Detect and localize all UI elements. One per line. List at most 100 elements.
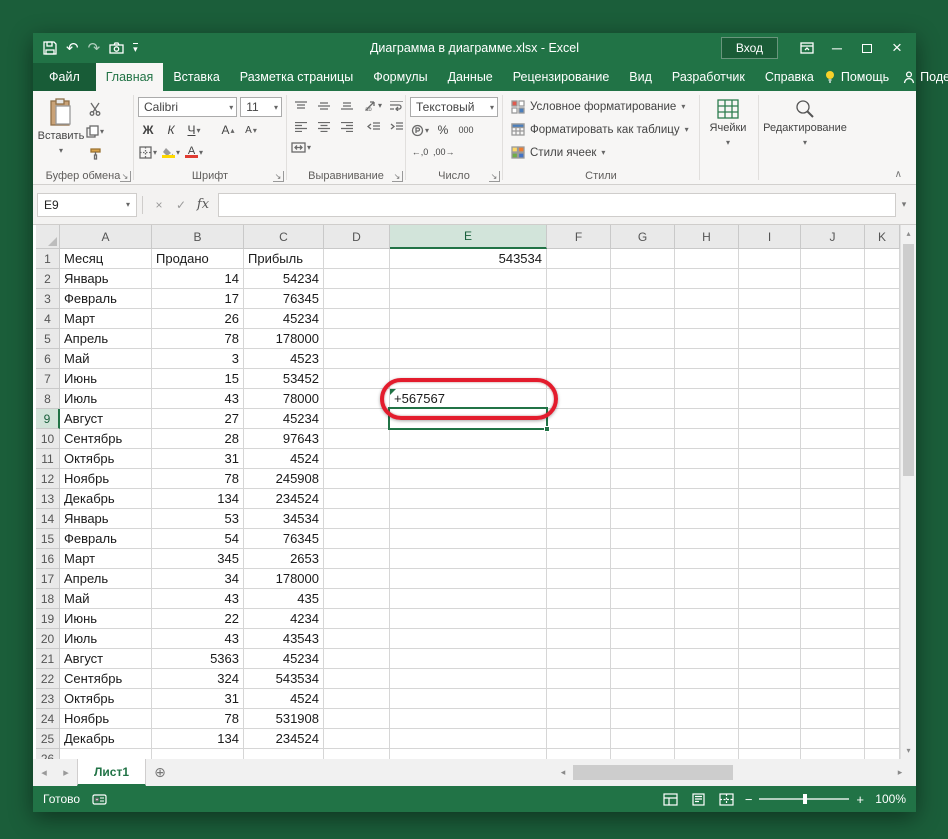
cell-K2[interactable]: [865, 269, 900, 289]
row-header-26[interactable]: 26: [36, 749, 60, 759]
cell-H20[interactable]: [675, 629, 739, 649]
cell-E8[interactable]: +567567: [390, 389, 547, 409]
row-header-6[interactable]: 6: [36, 349, 60, 369]
row-header-12[interactable]: 12: [36, 469, 60, 489]
cell-C16[interactable]: 2653: [244, 549, 324, 569]
cell-J12[interactable]: [801, 469, 865, 489]
confirm-entry-button[interactable]: ✓: [170, 193, 192, 217]
cell-E10[interactable]: [390, 429, 547, 449]
col-header-I[interactable]: I: [739, 225, 801, 249]
close-button[interactable]: ×: [882, 35, 912, 61]
zoom-in-button[interactable]: +: [856, 792, 864, 807]
cell-C23[interactable]: 4524: [244, 689, 324, 709]
cell-F5[interactable]: [547, 329, 611, 349]
cell-E17[interactable]: [390, 569, 547, 589]
cell-F9[interactable]: [547, 409, 611, 429]
cell-J7[interactable]: [801, 369, 865, 389]
tab-Разработчик[interactable]: Разработчик: [662, 63, 755, 91]
cell-J14[interactable]: [801, 509, 865, 529]
cell-B24[interactable]: 78: [152, 709, 244, 729]
cell-K5[interactable]: [865, 329, 900, 349]
row-header-18[interactable]: 18: [36, 589, 60, 609]
cell-F15[interactable]: [547, 529, 611, 549]
cell-A17[interactable]: Апрель: [60, 569, 152, 589]
cell-K14[interactable]: [865, 509, 900, 529]
cell-J22[interactable]: [801, 669, 865, 689]
align-right-button[interactable]: [337, 117, 357, 137]
ribbon-display-options-button[interactable]: [792, 35, 822, 61]
cell-C12[interactable]: 245908: [244, 469, 324, 489]
cell-I9[interactable]: [739, 409, 801, 429]
cell-E11[interactable]: [390, 449, 547, 469]
row-header-21[interactable]: 21: [36, 649, 60, 669]
cell-F11[interactable]: [547, 449, 611, 469]
cell-D9[interactable]: [324, 409, 390, 429]
cell-K1[interactable]: [865, 249, 900, 269]
cell-A14[interactable]: Январь: [60, 509, 152, 529]
cell-E19[interactable]: [390, 609, 547, 629]
cell-G19[interactable]: [611, 609, 675, 629]
vertical-scrollbar-thumb[interactable]: [903, 244, 914, 476]
cell-A7[interactable]: Июнь: [60, 369, 152, 389]
expand-formula-bar-icon[interactable]: ▾: [896, 199, 912, 210]
cell-C17[interactable]: 178000: [244, 569, 324, 589]
tab-Данные[interactable]: Данные: [438, 63, 503, 91]
cell-C10[interactable]: 97643: [244, 429, 324, 449]
font-name-select[interactable]: Calibri▾: [138, 97, 237, 117]
insert-function-button[interactable]: fx: [192, 193, 214, 217]
cell-F14[interactable]: [547, 509, 611, 529]
percent-button[interactable]: %: [433, 120, 453, 140]
cell-F13[interactable]: [547, 489, 611, 509]
cell-E12[interactable]: [390, 469, 547, 489]
col-header-E[interactable]: E: [390, 225, 547, 249]
cell-G16[interactable]: [611, 549, 675, 569]
cell-H2[interactable]: [675, 269, 739, 289]
cell-H6[interactable]: [675, 349, 739, 369]
share-button[interactable]: Поделиться: [903, 70, 948, 84]
cell-A3[interactable]: Февраль: [60, 289, 152, 309]
cell-H1[interactable]: [675, 249, 739, 269]
name-box[interactable]: E9 ▾: [37, 193, 137, 217]
number-dialog-launcher[interactable]: ↘: [489, 171, 500, 182]
accounting-format-button[interactable]: ▾: [410, 120, 430, 140]
cell-E16[interactable]: [390, 549, 547, 569]
cell-J13[interactable]: [801, 489, 865, 509]
cell-H23[interactable]: [675, 689, 739, 709]
cell-I8[interactable]: [739, 389, 801, 409]
cell-F23[interactable]: [547, 689, 611, 709]
cell-F17[interactable]: [547, 569, 611, 589]
cell-D5[interactable]: [324, 329, 390, 349]
underline-button[interactable]: Ч▾: [184, 120, 204, 140]
cell-C3[interactable]: 76345: [244, 289, 324, 309]
cell-F4[interactable]: [547, 309, 611, 329]
cell-F1[interactable]: [547, 249, 611, 269]
cell-F18[interactable]: [547, 589, 611, 609]
cell-F2[interactable]: [547, 269, 611, 289]
cell-A11[interactable]: Октябрь: [60, 449, 152, 469]
row-header-1[interactable]: 1: [36, 249, 60, 269]
cell-I5[interactable]: [739, 329, 801, 349]
cell-I20[interactable]: [739, 629, 801, 649]
cell-B15[interactable]: 54: [152, 529, 244, 549]
cell-G11[interactable]: [611, 449, 675, 469]
tab-Вид[interactable]: Вид: [619, 63, 662, 91]
cell-I25[interactable]: [739, 729, 801, 749]
cell-A21[interactable]: Август: [60, 649, 152, 669]
cell-I2[interactable]: [739, 269, 801, 289]
cell-C5[interactable]: 178000: [244, 329, 324, 349]
cell-H25[interactable]: [675, 729, 739, 749]
cell-I15[interactable]: [739, 529, 801, 549]
cell-E1[interactable]: 543534: [390, 249, 547, 269]
cell-H10[interactable]: [675, 429, 739, 449]
cell-B14[interactable]: 53: [152, 509, 244, 529]
cell-B9[interactable]: 27: [152, 409, 244, 429]
cell-C13[interactable]: 234524: [244, 489, 324, 509]
alignment-dialog-launcher[interactable]: ↘: [392, 171, 403, 182]
cell-I7[interactable]: [739, 369, 801, 389]
wrap-text-button[interactable]: [386, 96, 406, 116]
cell-I21[interactable]: [739, 649, 801, 669]
cell-A26[interactable]: [60, 749, 152, 759]
cell-J24[interactable]: [801, 709, 865, 729]
cell-F22[interactable]: [547, 669, 611, 689]
cell-F3[interactable]: [547, 289, 611, 309]
